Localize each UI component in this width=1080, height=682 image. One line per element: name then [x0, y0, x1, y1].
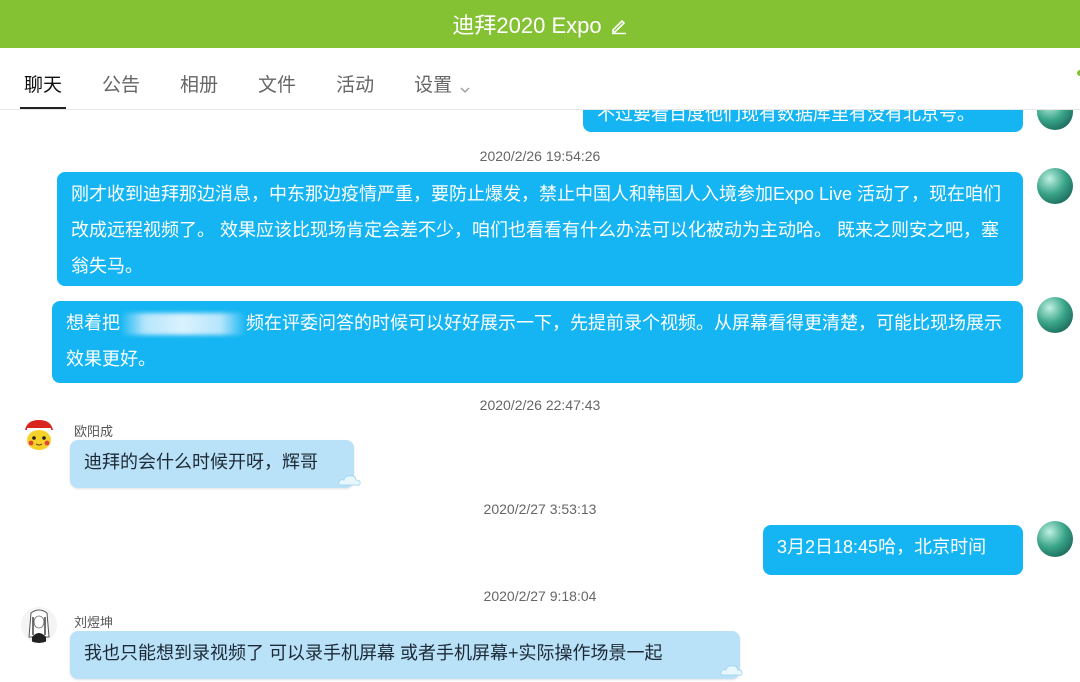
- tab-chat[interactable]: 聊天: [20, 70, 67, 109]
- message-bubble-outgoing[interactable]: 不过要看百度他们现有数据库里有没有北京号。: [583, 110, 1023, 132]
- cloud-icon: [720, 663, 744, 677]
- sender-name: 欧阳成: [74, 424, 114, 439]
- message-bubble-outgoing[interactable]: 3月2日18:45哈，北京时间: [763, 525, 1023, 575]
- window-title-bar: 迪拜2020 Expo: [0, 0, 1080, 48]
- cloud-icon: [338, 473, 362, 487]
- pencil-icon[interactable]: [610, 15, 628, 35]
- message-text: 迪拜的会什么时候开呀，辉哥: [84, 452, 318, 472]
- avatar[interactable]: [1037, 110, 1073, 130]
- tab-label: 公告: [102, 75, 141, 96]
- chevron-down-icon: [460, 79, 470, 93]
- sender-name: 刘煜坤: [74, 615, 114, 630]
- message-text: 不过要看百度他们现有数据库里有没有北京号。: [597, 110, 975, 124]
- tab-settings[interactable]: 设置: [410, 70, 474, 109]
- avatar[interactable]: [1037, 521, 1073, 557]
- message-text: 刚才收到迪拜那边消息，中东那边疫情严重，要防止爆发，禁止中国人和韩国人入境参加E…: [71, 184, 1002, 276]
- message-text: 我也只能想到录视频了 可以录手机屏幕 或者手机屏幕+实际操作场景一起: [84, 643, 663, 663]
- avatar[interactable]: [1037, 168, 1073, 204]
- tab-files[interactable]: 文件: [254, 70, 300, 109]
- timestamp: 2020/2/27 9:18:04: [483, 588, 597, 604]
- group-title: 迪拜2020 Expo: [452, 13, 602, 38]
- tab-activity[interactable]: 活动: [332, 70, 378, 109]
- tab-label: 相册: [180, 75, 219, 96]
- timestamp: 2020/2/27 3:53:13: [483, 501, 597, 517]
- timestamp: 2020/2/26 19:54:26: [479, 148, 601, 164]
- tab-announcement[interactable]: 公告: [98, 70, 144, 109]
- message-text: 3月2日18:45哈，北京时间: [777, 537, 987, 557]
- tab-album[interactable]: 相册: [176, 70, 222, 109]
- blurred-redaction: [120, 313, 246, 336]
- tab-label: 聊天: [24, 75, 63, 96]
- tab-label: 文件: [258, 75, 297, 96]
- avatar[interactable]: [21, 416, 57, 452]
- tab-label: 活动: [336, 75, 375, 96]
- avatar[interactable]: [21, 607, 57, 643]
- message-bubble-outgoing[interactable]: 想着把 频在评委问答的时候可以好好展示一下，先提前录个视频。从屏幕看得更清楚，可能…: [52, 301, 1023, 383]
- avatar[interactable]: [1037, 297, 1073, 333]
- tab-label: 设置: [414, 75, 453, 96]
- message-text: 想着把: [66, 313, 120, 333]
- message-bubble-incoming[interactable]: 我也只能想到录视频了 可以录手机屏幕 或者手机屏幕+实际操作场景一起: [70, 631, 740, 679]
- tab-bar: 聊天 公告 相册 文件 活动 设置: [0, 48, 1080, 110]
- message-bubble-incoming[interactable]: 迪拜的会什么时候开呀，辉哥: [70, 440, 354, 488]
- message-bubble-outgoing[interactable]: 刚才收到迪拜那边消息，中东那边疫情严重，要防止爆发，禁止中国人和韩国人入境参加E…: [57, 172, 1023, 286]
- timestamp: 2020/2/26 22:47:43: [479, 397, 601, 413]
- chat-message-list[interactable]: 不过要看百度他们现有数据库里有没有北京号。 2020/2/26 19:54:26…: [0, 110, 1080, 682]
